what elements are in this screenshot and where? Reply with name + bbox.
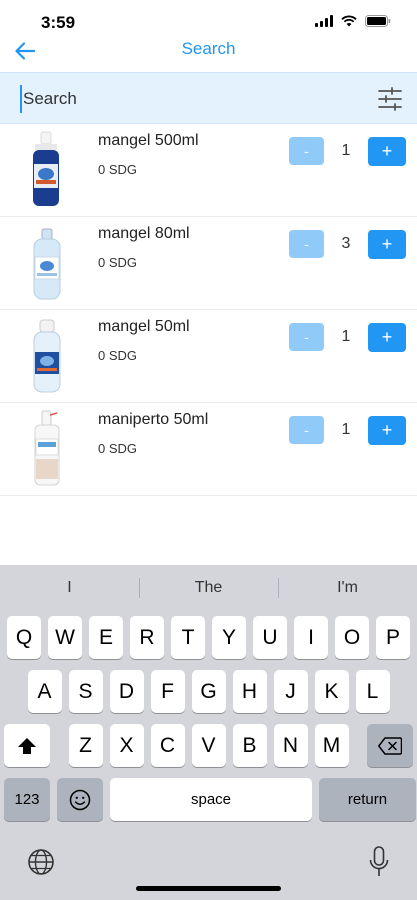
decrease-quantity-button[interactable]: - — [289, 416, 324, 444]
key[interactable]: N — [273, 724, 308, 767]
key[interactable]: M — [314, 724, 349, 767]
increase-quantity-button[interactable]: + — [368, 230, 406, 259]
space-key[interactable]: space — [110, 778, 312, 821]
decrease-quantity-button[interactable]: - — [289, 137, 324, 165]
key[interactable]: H — [232, 670, 267, 713]
product-image — [34, 410, 60, 486]
increase-quantity-button[interactable]: + — [368, 137, 406, 166]
quantity-value: 1 — [341, 421, 351, 438]
key[interactable]: Y — [212, 616, 246, 659]
key[interactable]: G — [191, 670, 226, 713]
product-price: 0 SDG — [98, 441, 138, 456]
shift-key[interactable] — [4, 724, 50, 767]
filter-sliders-icon[interactable] — [377, 87, 403, 111]
key[interactable]: J — [273, 670, 308, 713]
product-row[interactable]: maniperto 50ml 0 SDG - 1 + — [0, 403, 417, 496]
suggestion-item[interactable]: The — [139, 565, 278, 611]
key-row-1: Q W E R T Y U I O P — [0, 616, 417, 659]
key-row-3: Z X C V B N M — [0, 724, 417, 767]
key[interactable]: K — [314, 670, 349, 713]
decrease-quantity-button[interactable]: - — [289, 323, 324, 351]
product-price: 0 SDG — [98, 348, 138, 363]
key[interactable]: B — [232, 724, 267, 767]
key[interactable]: V — [191, 724, 226, 767]
key[interactable]: P — [376, 616, 410, 659]
key[interactable]: A — [27, 670, 62, 713]
battery-icon — [365, 15, 391, 27]
globe-icon[interactable] — [27, 848, 55, 876]
key[interactable]: X — [109, 724, 144, 767]
quantity-value: 3 — [341, 235, 351, 252]
key[interactable]: I — [294, 616, 328, 659]
product-price: 0 SDG — [98, 255, 138, 270]
signal-icon — [315, 15, 333, 27]
backspace-icon — [378, 736, 402, 755]
search-input[interactable] — [20, 85, 360, 113]
search-screen: 3:59 Search Search mangel 500ml 0 SDG - … — [0, 0, 417, 900]
key[interactable]: S — [68, 670, 103, 713]
key[interactable]: W — [48, 616, 82, 659]
suggestion-item[interactable]: I — [0, 565, 139, 611]
increase-quantity-button[interactable]: + — [368, 416, 406, 445]
wifi-icon — [341, 15, 357, 27]
mic-icon[interactable] — [368, 846, 390, 878]
key[interactable]: E — [89, 616, 123, 659]
numbers-key[interactable]: 123 — [4, 778, 50, 821]
product-image — [33, 319, 61, 393]
emoji-icon — [69, 789, 91, 810]
key-row-4: 123 space return — [0, 778, 417, 821]
key[interactable]: D — [109, 670, 144, 713]
emoji-key[interactable] — [57, 778, 103, 821]
keyboard: I The I'm Q W E R T Y U I O P A S D F G … — [0, 565, 417, 900]
product-name: maniperto 50ml — [98, 411, 209, 428]
product-image — [33, 228, 61, 300]
product-name: mangel 80ml — [98, 225, 190, 242]
search-bar — [0, 72, 417, 124]
product-name: mangel 500ml — [98, 132, 199, 149]
keyboard-bottom-bar — [0, 846, 417, 886]
product-row[interactable]: mangel 50ml 0 SDG - 1 + — [0, 310, 417, 403]
nav-bar: Search — [0, 30, 417, 70]
key[interactable]: O — [335, 616, 369, 659]
key[interactable]: C — [150, 724, 185, 767]
decrease-quantity-button[interactable]: - — [289, 230, 324, 258]
key[interactable]: T — [171, 616, 205, 659]
increase-quantity-button[interactable]: + — [368, 323, 406, 352]
quantity-value: 1 — [341, 328, 351, 345]
product-name: mangel 50ml — [98, 318, 190, 335]
quantity-value: 1 — [341, 142, 351, 159]
key[interactable]: F — [150, 670, 185, 713]
return-key[interactable]: return — [319, 778, 416, 821]
key-row-2: A S D F G H J K L — [0, 670, 417, 713]
product-list: mangel 500ml 0 SDG - 1 + mangel 80ml 0 S… — [0, 124, 417, 496]
key[interactable]: Q — [7, 616, 41, 659]
page-title: Search — [181, 39, 236, 58]
suggestion-bar: I The I'm — [0, 565, 417, 611]
suggestion-item[interactable]: I'm — [278, 565, 417, 611]
key[interactable]: Z — [68, 724, 103, 767]
key[interactable]: L — [355, 670, 390, 713]
product-image — [33, 131, 59, 206]
product-row[interactable]: mangel 500ml 0 SDG - 1 + — [0, 124, 417, 217]
backspace-key[interactable] — [367, 724, 413, 767]
key[interactable]: R — [130, 616, 164, 659]
key[interactable]: U — [253, 616, 287, 659]
shift-icon — [18, 737, 36, 754]
letter-group: Z X C V B N M — [68, 724, 349, 767]
product-price: 0 SDG — [98, 162, 138, 177]
home-indicator — [136, 886, 281, 891]
status-icons — [315, 15, 391, 27]
product-row[interactable]: mangel 80ml 0 SDG - 3 + — [0, 217, 417, 310]
